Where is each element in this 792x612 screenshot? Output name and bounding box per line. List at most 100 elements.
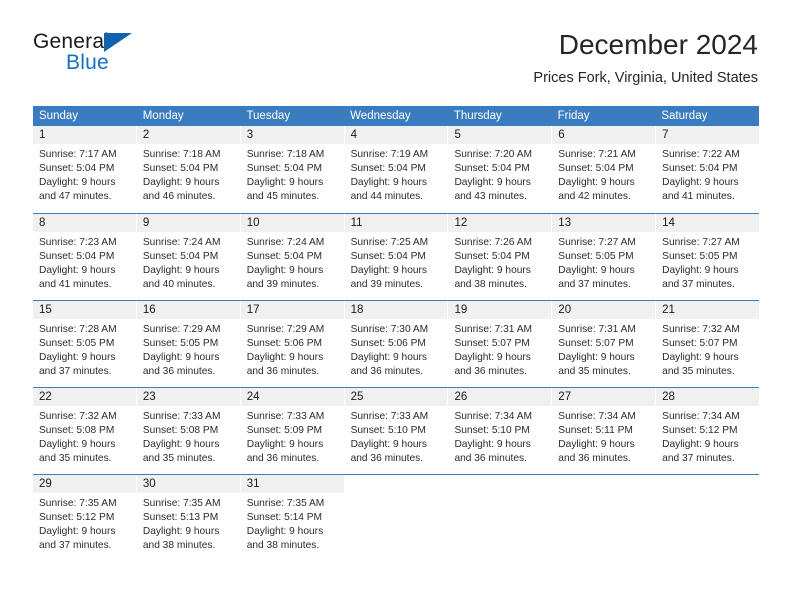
- calendar-day-cell[interactable]: 18 Sunrise: 7:30 AM Sunset: 5:06 PM Dayligh…: [344, 301, 449, 387]
- general-blue-logo[interactable]: General Blue: [33, 30, 233, 86]
- sunset-text: Sunset: 5:06 PM: [246, 338, 323, 349]
- day-number: 19: [448, 301, 552, 319]
- calendar-day-cell[interactable]: 19 Sunrise: 7:31 AM Sunset: 5:07 PM Dayligh…: [448, 301, 553, 387]
- calendar-day-cell[interactable]: 26 Sunrise: 7:34 AM Sunset: 5:10 PM Dayligh…: [448, 388, 553, 474]
- sunset-text: Sunset: 5:04 PM: [454, 251, 530, 262]
- daylight-text-line2: and 36 minutes.: [558, 453, 631, 464]
- day-number: [656, 475, 759, 493]
- day-of-week-saturday: Saturday: [661, 110, 708, 122]
- calendar-day-cell[interactable]: 8 Sunrise: 7:23 AM Sunset: 5:04 PM Daylight…: [33, 214, 137, 300]
- calendar-day-cell[interactable]: 29 Sunrise: 7:35 AM Sunset: 5:12 PM Dayligh…: [33, 475, 137, 561]
- calendar-day-cell[interactable]: 16 Sunrise: 7:29 AM Sunset: 5:05 PM Dayligh…: [136, 301, 241, 387]
- day-sun-info: Sunrise: 7:34 AM Sunset: 5:10 PM Daylight:…: [448, 406, 551, 466]
- calendar-week-row: 1 Sunrise: 7:17 AM Sunset: 5:04 PM Daylight…: [33, 126, 760, 213]
- calendar-day-cell[interactable]: 9 Sunrise: 7:24 AM Sunset: 5:04 PM Daylight…: [136, 214, 241, 300]
- calendar-day-cell[interactable]: 2 Sunrise: 7:18 AM Sunset: 5:04 PM Daylight…: [136, 126, 241, 213]
- sunset-text: Sunset: 5:04 PM: [662, 163, 738, 174]
- daylight-text-line2: and 37 minutes.: [558, 279, 631, 290]
- day-number: 24: [240, 388, 344, 406]
- logo-blue-text: Blue: [66, 51, 109, 74]
- sunset-text: Sunset: 5:13 PM: [142, 512, 219, 523]
- daylight-text-line1: Daylight: 9 hours: [350, 439, 428, 450]
- day-sun-info: Sunrise: 7:18 AM Sunset: 5:04 PM Daylight:…: [137, 144, 240, 204]
- day-number: 27: [552, 388, 656, 406]
- day-of-week-sunday: Sunday: [39, 110, 79, 122]
- calendar-day-cell[interactable]: 24 Sunrise: 7:33 AM Sunset: 5:09 PM Dayligh…: [240, 388, 345, 474]
- calendar-day-cell[interactable]: 5 Sunrise: 7:20 AM Sunset: 5:04 PM Daylight…: [448, 126, 553, 213]
- sunset-text: Sunset: 5:04 PM: [39, 163, 115, 174]
- calendar-day-cell[interactable]: 6 Sunrise: 7:21 AM Sunset: 5:04 PM Daylight…: [552, 126, 657, 213]
- calendar-day-cell-empty: [345, 475, 449, 561]
- day-number: 9: [136, 214, 240, 232]
- sunrise-text: Sunrise: 7:32 AM: [39, 411, 117, 422]
- sunrise-text: Sunrise: 7:23 AM: [39, 237, 117, 248]
- day-sun-info: Sunrise: 7:34 AM Sunset: 5:11 PM Daylight:…: [552, 406, 655, 466]
- calendar-day-cell[interactable]: 10 Sunrise: 7:24 AM Sunset: 5:04 PM Dayligh…: [240, 214, 345, 300]
- calendar-day-cell[interactable]: 12 Sunrise: 7:26 AM Sunset: 5:04 PM Dayligh…: [448, 214, 553, 300]
- sunrise-text: Sunrise: 7:21 AM: [558, 149, 636, 160]
- calendar-day-cell[interactable]: 27 Sunrise: 7:34 AM Sunset: 5:11 PM Dayligh…: [552, 388, 657, 474]
- daylight-text-line2: and 36 minutes.: [246, 366, 320, 377]
- sunrise-text: Sunrise: 7:31 AM: [454, 324, 533, 335]
- sunrise-text: Sunrise: 7:17 AM: [39, 149, 117, 160]
- daylight-text-line2: and 42 minutes.: [558, 191, 631, 202]
- sunset-text: Sunset: 5:11 PM: [558, 425, 633, 436]
- daylight-text-line1: Daylight: 9 hours: [662, 265, 739, 276]
- sunrise-text: Sunrise: 7:22 AM: [662, 149, 740, 160]
- day-sun-info: Sunrise: 7:26 AM Sunset: 5:04 PM Daylight:…: [448, 232, 551, 292]
- day-sun-info: Sunrise: 7:28 AM Sunset: 5:05 PM Daylight:…: [33, 319, 136, 379]
- calendar-day-cell[interactable]: 20 Sunrise: 7:31 AM Sunset: 5:07 PM Dayligh…: [552, 301, 657, 387]
- sunrise-text: Sunrise: 7:26 AM: [454, 237, 533, 248]
- daylight-text-line1: Daylight: 9 hours: [39, 265, 116, 276]
- daylight-text-line2: and 37 minutes.: [39, 540, 112, 551]
- daylight-text-line1: Daylight: 9 hours: [246, 177, 324, 188]
- day-of-week-header-row: Sunday Monday Tuesday Wednesday Thursday Frid…: [33, 106, 759, 126]
- calendar-day-cell[interactable]: 1 Sunrise: 7:17 AM Sunset: 5:04 PM Daylight…: [33, 126, 137, 213]
- day-number: 7: [656, 126, 760, 144]
- day-number: 12: [448, 214, 552, 232]
- calendar-day-cell[interactable]: 25 Sunrise: 7:33 AM Sunset: 5:10 PM Dayligh…: [344, 388, 449, 474]
- logo-triangle-icon: [104, 33, 132, 52]
- sunrise-text: Sunrise: 7:34 AM: [558, 411, 636, 422]
- daylight-text-line1: Daylight: 9 hours: [142, 439, 220, 450]
- calendar-day-cell[interactable]: 31 Sunrise: 7:35 AM Sunset: 5:14 PM Dayligh…: [240, 475, 345, 561]
- daylight-text-line2: and 43 minutes.: [454, 191, 527, 202]
- daylight-text-line1: Daylight: 9 hours: [39, 177, 116, 188]
- calendar-day-cell[interactable]: 11 Sunrise: 7:25 AM Sunset: 5:04 PM Dayligh…: [344, 214, 449, 300]
- calendar-day-cell[interactable]: 23 Sunrise: 7:33 AM Sunset: 5:08 PM Dayligh…: [136, 388, 241, 474]
- calendar-day-cell[interactable]: 3 Sunrise: 7:18 AM Sunset: 5:04 PM Daylight…: [240, 126, 345, 213]
- calendar-day-cell[interactable]: 7 Sunrise: 7:22 AM Sunset: 5:04 PM Daylight…: [656, 126, 760, 213]
- calendar-day-cell[interactable]: 22 Sunrise: 7:32 AM Sunset: 5:08 PM Dayligh…: [33, 388, 137, 474]
- daylight-text-line1: Daylight: 9 hours: [39, 526, 116, 537]
- calendar-day-cell[interactable]: 28 Sunrise: 7:34 AM Sunset: 5:12 PM Dayligh…: [656, 388, 760, 474]
- daylight-text-line2: and 35 minutes.: [558, 366, 631, 377]
- sunset-text: Sunset: 5:07 PM: [662, 338, 738, 349]
- day-sun-info: Sunrise: 7:17 AM Sunset: 5:04 PM Daylight:…: [33, 144, 136, 204]
- sunrise-text: Sunrise: 7:32 AM: [662, 324, 740, 335]
- daylight-text-line1: Daylight: 9 hours: [558, 265, 635, 276]
- calendar-day-cell[interactable]: 14 Sunrise: 7:27 AM Sunset: 5:05 PM Dayligh…: [656, 214, 760, 300]
- daylight-text-line1: Daylight: 9 hours: [454, 177, 531, 188]
- day-number: 20: [552, 301, 656, 319]
- calendar-week-row: 22 Sunrise: 7:32 AM Sunset: 5:08 PM Dayligh…: [33, 387, 760, 474]
- daylight-text-line1: Daylight: 9 hours: [662, 352, 739, 363]
- calendar-day-cell[interactable]: 21 Sunrise: 7:32 AM Sunset: 5:07 PM Dayligh…: [656, 301, 760, 387]
- calendar-day-cell[interactable]: 13 Sunrise: 7:27 AM Sunset: 5:05 PM Dayligh…: [552, 214, 657, 300]
- calendar-day-cell[interactable]: 15 Sunrise: 7:28 AM Sunset: 5:05 PM Dayligh…: [33, 301, 137, 387]
- daylight-text-line2: and 36 minutes.: [454, 453, 527, 464]
- day-number: 13: [552, 214, 656, 232]
- calendar-day-cell[interactable]: 30 Sunrise: 7:35 AM Sunset: 5:13 PM Dayligh…: [136, 475, 241, 561]
- daylight-text-line2: and 35 minutes.: [142, 453, 216, 464]
- sunrise-text: Sunrise: 7:31 AM: [558, 324, 636, 335]
- sunrise-text: Sunrise: 7:35 AM: [39, 498, 117, 509]
- sunset-text: Sunset: 5:04 PM: [142, 163, 219, 174]
- day-number: 8: [33, 214, 136, 232]
- sunrise-text: Sunrise: 7:29 AM: [142, 324, 221, 335]
- daylight-text-line1: Daylight: 9 hours: [662, 177, 739, 188]
- calendar-day-cell[interactable]: 17 Sunrise: 7:29 AM Sunset: 5:06 PM Dayligh…: [240, 301, 345, 387]
- day-sun-info: Sunrise: 7:27 AM Sunset: 5:05 PM Daylight:…: [656, 232, 759, 292]
- calendar-day-cell[interactable]: 4 Sunrise: 7:19 AM Sunset: 5:04 PM Daylight…: [344, 126, 449, 213]
- daylight-text-line2: and 41 minutes.: [662, 191, 735, 202]
- daylight-text-line2: and 38 minutes.: [142, 540, 216, 551]
- daylight-text-line1: Daylight: 9 hours: [350, 177, 428, 188]
